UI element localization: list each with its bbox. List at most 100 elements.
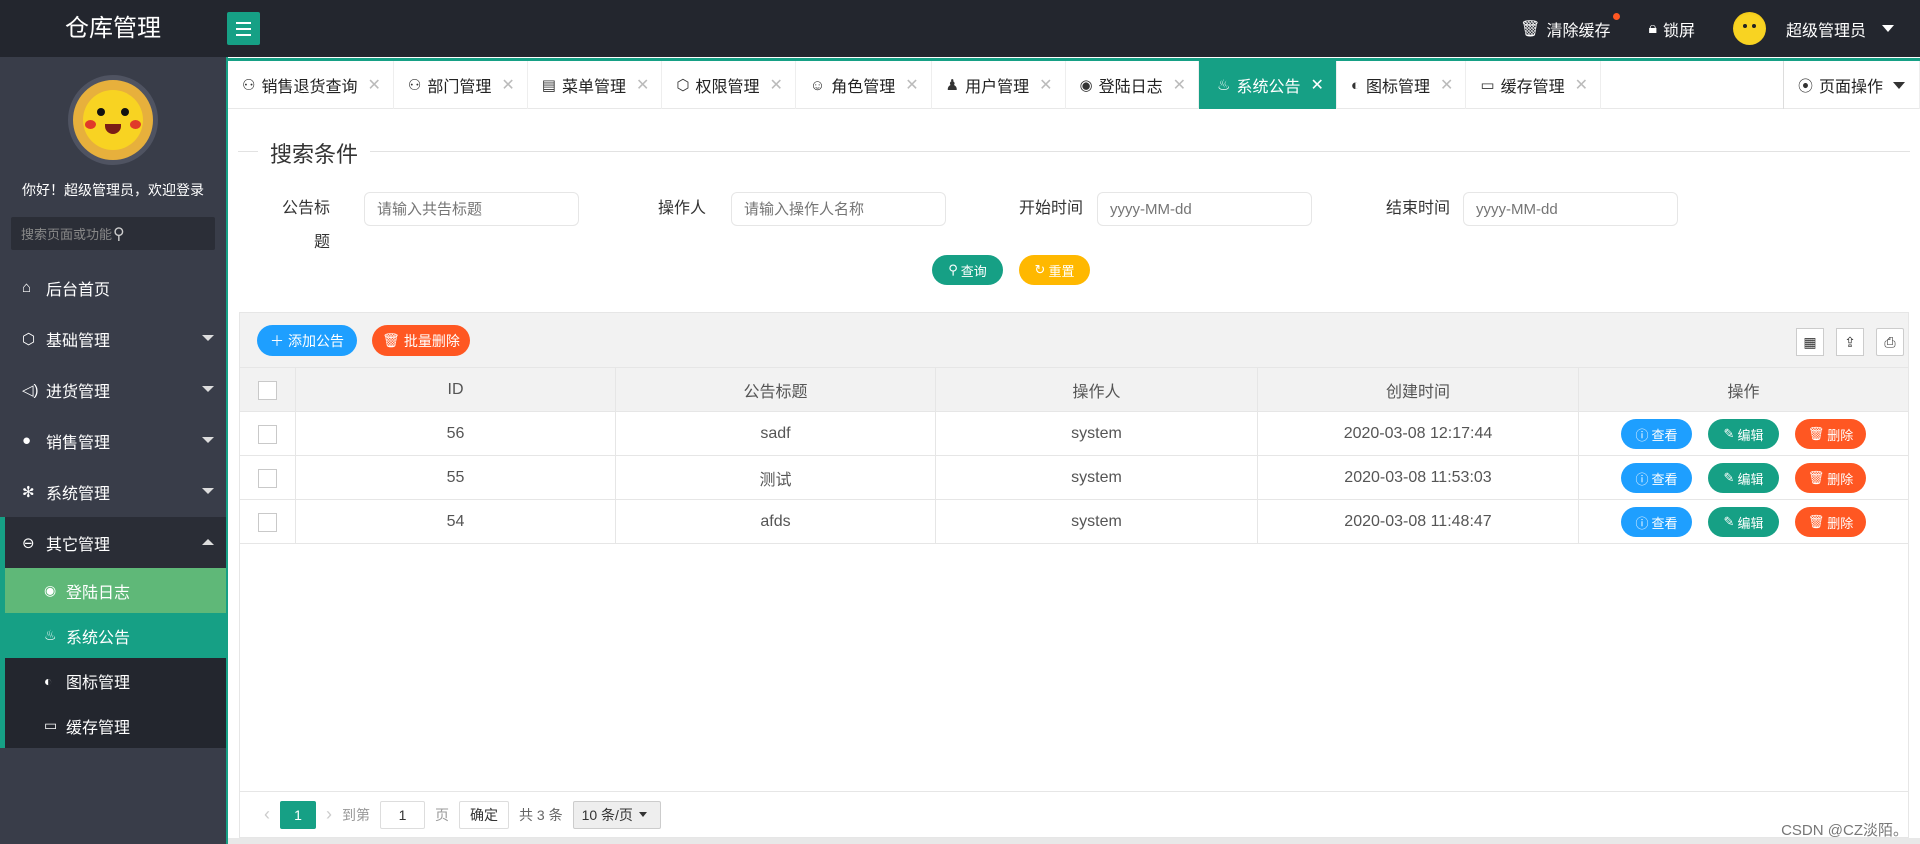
sidebar-subitem-icons[interactable]: ◐ 图标管理 bbox=[5, 658, 226, 703]
menu-toggle-button[interactable] bbox=[227, 12, 260, 45]
end-time-label: 结束时间 bbox=[1385, 200, 1450, 217]
prev-page-icon[interactable]: ‹ bbox=[264, 804, 270, 825]
end-date-input[interactable] bbox=[1463, 192, 1678, 226]
close-icon[interactable]: ✕ bbox=[769, 75, 782, 95]
tab-menu[interactable]: ▤ 菜单管理 ✕ bbox=[528, 61, 663, 109]
tab-label: 图标管理 bbox=[1365, 79, 1430, 96]
row-checkbox[interactable] bbox=[258, 512, 277, 532]
sidebar-item-sales[interactable]: ● 销售管理 bbox=[0, 415, 226, 466]
tab-user[interactable]: ♟ 用户管理 ✕ bbox=[932, 61, 1066, 109]
page-size-select[interactable]: 10 条/页 bbox=[572, 800, 661, 829]
cell-operator: system bbox=[936, 412, 1258, 456]
user-menu[interactable]: 超级管理员 bbox=[1732, 12, 1894, 45]
edit-button[interactable]: ✎ 编辑 bbox=[1708, 419, 1779, 449]
tab-role[interactable]: ☺ 角色管理 ✕ bbox=[796, 61, 932, 109]
delete-button[interactable]: 🗑 删除 bbox=[1795, 507, 1866, 537]
tab-department[interactable]: ⚇ 部门管理 ✕ bbox=[394, 61, 528, 109]
cache-icon: ▭ bbox=[1480, 77, 1495, 94]
sidebar-item-purchase[interactable]: ◁) 进货管理 bbox=[0, 364, 226, 415]
close-icon[interactable]: ✕ bbox=[1039, 75, 1052, 95]
reset-button[interactable]: ↻ 重置 bbox=[1019, 255, 1090, 285]
cell-created: 2020-03-08 12:17:44 bbox=[1258, 412, 1579, 456]
view-button[interactable]: ⓘ 查看 bbox=[1621, 507, 1692, 537]
row-checkbox[interactable] bbox=[258, 424, 277, 444]
title-search-input[interactable] bbox=[364, 192, 579, 226]
batch-delete-button[interactable]: 🗑 批量删除 bbox=[372, 325, 470, 356]
sidebar-search-input[interactable]: 搜索页面或功能 ⚲ bbox=[11, 217, 215, 250]
row-checkbox[interactable] bbox=[258, 468, 277, 488]
current-page[interactable]: 1 bbox=[280, 800, 316, 829]
info-icon: ⓘ bbox=[1635, 427, 1649, 443]
close-icon[interactable]: ✕ bbox=[1440, 75, 1453, 95]
cell-id: 54 bbox=[296, 500, 616, 544]
export-icon[interactable]: ⇪ bbox=[1836, 328, 1864, 356]
tab-label: 销售退货查询 bbox=[261, 79, 358, 96]
chevron-up-icon bbox=[202, 539, 214, 545]
query-button[interactable]: ⚲ 查询 bbox=[932, 255, 1003, 285]
chevron-down-icon bbox=[202, 488, 214, 494]
page-ops-label: 页面操作 bbox=[1818, 79, 1883, 96]
view-button[interactable]: ⓘ 查看 bbox=[1621, 419, 1692, 449]
view-button[interactable]: ⓘ 查看 bbox=[1621, 463, 1692, 493]
sidebar: 你好！超级管理员，欢迎登录 搜索页面或功能 ⚲ ⌂ 后台首页 ⬡ 基础管理 ◁)… bbox=[0, 57, 226, 844]
edit-button[interactable]: ✎ 编辑 bbox=[1708, 463, 1779, 493]
delete-button[interactable]: 🗑 删除 bbox=[1795, 463, 1866, 493]
goto-page-input[interactable]: 1 bbox=[380, 800, 425, 829]
next-page-icon[interactable]: › bbox=[326, 804, 332, 825]
tab-cache[interactable]: ▭ 缓存管理 ✕ bbox=[1466, 61, 1601, 109]
sidebar-subitem-cache[interactable]: ▭ 缓存管理 bbox=[5, 703, 226, 748]
edit-button[interactable]: ✎ 编辑 bbox=[1708, 507, 1779, 537]
pencil-icon: ✎ bbox=[1723, 426, 1735, 441]
tab-icons[interactable]: ◐ 图标管理 ✕ bbox=[1337, 61, 1467, 109]
page-operations-dropdown[interactable]: ⦿ 页面操作 bbox=[1782, 61, 1920, 109]
batch-delete-label: 批量删除 bbox=[403, 332, 460, 349]
goto-confirm-button[interactable]: 确定 bbox=[459, 800, 509, 829]
print-icon[interactable]: ⎙ bbox=[1876, 328, 1904, 356]
lock-screen-button[interactable]: 🔒︎ 锁屏 bbox=[1648, 17, 1695, 41]
start-date-input[interactable] bbox=[1097, 192, 1312, 226]
cell-id: 56 bbox=[296, 412, 616, 456]
chevron-down-icon bbox=[1893, 81, 1905, 89]
sidebar-item-home[interactable]: ⌂ 后台首页 bbox=[0, 262, 226, 313]
close-icon[interactable]: ✕ bbox=[1311, 75, 1324, 95]
operator-search-input[interactable] bbox=[731, 192, 946, 226]
pikachu-avatar-image bbox=[83, 90, 143, 150]
close-icon[interactable]: ✕ bbox=[1173, 75, 1186, 95]
search-icon[interactable]: ⚲ bbox=[113, 224, 205, 244]
sidebar-subitem-label: 图标管理 bbox=[66, 674, 131, 692]
page-label: 页 bbox=[435, 806, 449, 823]
close-icon[interactable]: ✕ bbox=[905, 75, 918, 95]
add-label: 添加公告 bbox=[288, 332, 344, 349]
close-icon[interactable]: ✕ bbox=[1575, 75, 1588, 95]
operator-label: 操作人 bbox=[657, 200, 706, 217]
tab-announcement[interactable]: ♨ 系统公告 ✕ bbox=[1199, 61, 1337, 109]
sidebar-item-other[interactable]: ⊖ 其它管理 bbox=[0, 517, 226, 568]
columns-filter-icon[interactable]: ▦ bbox=[1796, 328, 1824, 356]
add-announcement-button[interactable]: ＋添加公告 bbox=[257, 325, 357, 356]
column-header-created[interactable]: 创建时间 bbox=[1258, 368, 1579, 412]
clear-cache-button[interactable]: 🗑 清除缓存 bbox=[1520, 12, 1621, 41]
sidebar-subitem-announcement[interactable]: ♨ 系统公告 bbox=[5, 613, 226, 658]
home-icon: ⌂ bbox=[22, 279, 32, 296]
select-all-checkbox[interactable] bbox=[258, 380, 277, 400]
column-header-operator[interactable]: 操作人 bbox=[936, 368, 1258, 412]
tab-login-log[interactable]: ◉ 登陆日志 ✕ bbox=[1066, 61, 1200, 109]
close-icon[interactable]: ✕ bbox=[501, 75, 514, 95]
sidebar-item-basic[interactable]: ⬡ 基础管理 bbox=[0, 313, 226, 364]
sidebar-item-label: 后台首页 bbox=[46, 281, 111, 299]
trash-icon: 🗑 bbox=[1807, 426, 1825, 441]
column-header-title[interactable]: 公告标题 bbox=[616, 368, 936, 412]
clear-cache-label: 清除缓存 bbox=[1546, 22, 1611, 40]
delete-button[interactable]: 🗑 删除 bbox=[1795, 419, 1866, 449]
close-icon[interactable]: ✕ bbox=[636, 75, 649, 95]
table-toolbar: ＋添加公告 🗑 批量删除 ▦ ⇪ ⎙ bbox=[240, 313, 1908, 368]
sidebar-search-placeholder: 搜索页面或功能 bbox=[21, 227, 113, 242]
cube-icon: ⬡ bbox=[22, 330, 36, 348]
column-header-id[interactable]: ID bbox=[296, 368, 616, 412]
tab-label: 用户管理 bbox=[965, 79, 1030, 96]
sidebar-item-system[interactable]: ✻ 系统管理 bbox=[0, 466, 226, 517]
close-icon[interactable]: ✕ bbox=[367, 75, 380, 95]
tab-permission[interactable]: ⬡ 权限管理 ✕ bbox=[662, 61, 796, 109]
tab-sales-return[interactable]: ⚇ 销售退货查询 ✕ bbox=[228, 61, 394, 109]
sidebar-subitem-login-log[interactable]: ◉ 登陆日志 bbox=[5, 568, 226, 613]
